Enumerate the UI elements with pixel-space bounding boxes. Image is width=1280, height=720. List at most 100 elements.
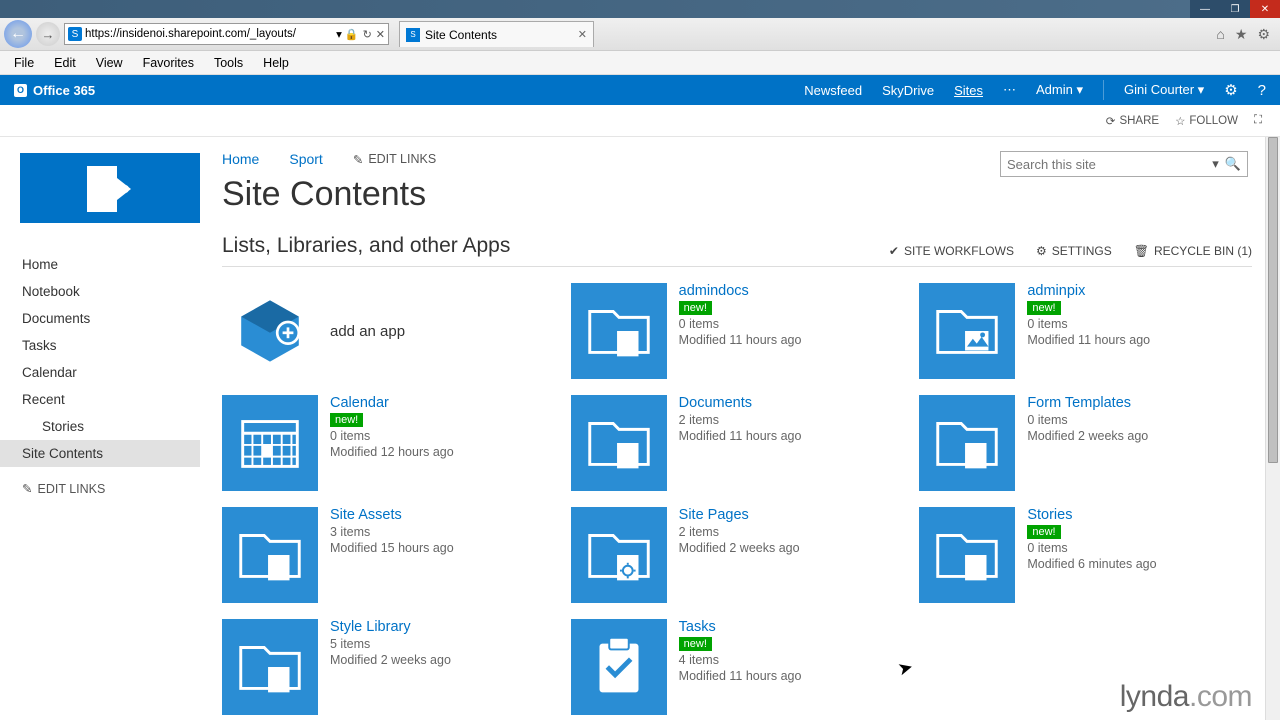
site-identity-icon: S: [68, 27, 82, 41]
window-maximize-button[interactable]: ❐: [1220, 0, 1250, 18]
menu-help[interactable]: Help: [255, 54, 297, 72]
app-tile[interactable]: Form Templates0 itemsModified 2 weeks ag…: [919, 395, 1252, 491]
tile-name: Site Assets: [330, 507, 454, 523]
quick-launch-item[interactable]: Home: [0, 251, 200, 278]
pencil-icon: ✎: [353, 152, 363, 167]
share-button[interactable]: ⟳SHARE: [1106, 114, 1159, 128]
app-tile[interactable]: Storiesnew!0 itemsModified 6 minutes ago: [919, 507, 1252, 603]
search-scope-dropdown-icon[interactable]: ▾: [1212, 156, 1219, 172]
menu-tools[interactable]: Tools: [206, 54, 251, 72]
content-area: Home Sport ✎ EDIT LINKS Site Contents ▾ …: [200, 137, 1280, 720]
focus-icon[interactable]: ⛶: [1254, 114, 1262, 127]
lock-icon: 🔒: [345, 28, 359, 41]
quick-launch-item[interactable]: Site Contents: [0, 440, 200, 467]
nav-sites[interactable]: Sites: [954, 83, 983, 98]
tile-modified: Modified 2 weeks ago: [679, 541, 800, 555]
edit-links-button[interactable]: ✎ EDIT LINKS: [0, 467, 200, 496]
tile-item-count: 5 items: [330, 637, 451, 651]
nav-newsfeed[interactable]: Newsfeed: [804, 83, 862, 98]
tile-item-count: 0 items: [330, 429, 454, 443]
tile-icon: [919, 283, 1015, 379]
tile-modified: Modified 11 hours ago: [679, 333, 802, 347]
add-an-app-tile[interactable]: add an app: [222, 283, 555, 379]
menu-view[interactable]: View: [88, 54, 131, 72]
topnav-home[interactable]: Home: [222, 151, 259, 167]
tile-item-count: 4 items: [679, 653, 802, 667]
home-icon[interactable]: ⌂: [1216, 26, 1224, 43]
new-badge: new!: [330, 413, 363, 427]
app-tile[interactable]: Documents2 itemsModified 11 hours ago: [571, 395, 904, 491]
tile-icon: [919, 395, 1015, 491]
tile-name: Site Pages: [679, 507, 800, 523]
tile-icon: [571, 619, 667, 715]
browser-forward-button[interactable]: →: [36, 22, 60, 46]
quick-launch-nav: HomeNotebookDocumentsTasksCalendarRecent…: [0, 251, 200, 467]
quick-launch-item[interactable]: Tasks: [0, 332, 200, 359]
nav-admin[interactable]: Admin ▾: [1036, 82, 1083, 98]
help-icon[interactable]: ?: [1258, 82, 1266, 99]
app-tile[interactable]: Style Library 5 items Modified 2 weeks ago: [222, 619, 555, 715]
window-minimize-button[interactable]: —: [1190, 0, 1220, 18]
quick-launch-item[interactable]: Stories: [0, 413, 200, 440]
menu-favorites[interactable]: Favorites: [135, 54, 202, 72]
app-tiles-grid: add an appadmindocsnew!0 itemsModified 1…: [222, 283, 1252, 715]
url-dropdown-icon[interactable]: ▾: [336, 27, 342, 41]
app-tile[interactable]: adminpixnew!0 itemsModified 11 hours ago: [919, 283, 1252, 379]
scrollbar-thumb[interactable]: [1268, 137, 1278, 463]
watermark: lynda.com: [1120, 680, 1252, 714]
star-icon: ☆: [1175, 114, 1185, 128]
quick-launch-item[interactable]: Calendar: [0, 359, 200, 386]
quick-launch-item[interactable]: Documents: [0, 305, 200, 332]
search-box[interactable]: ▾ 🔍: [1000, 151, 1248, 177]
tile-icon: [222, 507, 318, 603]
tile-modified: Modified 2 weeks ago: [330, 653, 451, 667]
app-tile[interactable]: Site Pages 2 items Modified 2 weeks ago: [571, 507, 904, 603]
topnav-sport[interactable]: Sport: [289, 151, 322, 167]
tab-close-button[interactable]: ✕: [578, 28, 587, 41]
stop-icon[interactable]: ✕: [376, 28, 385, 41]
address-bar[interactable]: S https://insidenoi.sharepoint.com/_layo…: [64, 23, 389, 45]
favorites-icon[interactable]: ★: [1235, 26, 1248, 43]
tile-name: Style Library: [330, 619, 451, 635]
menu-file[interactable]: File: [6, 54, 42, 72]
app-tile[interactable]: Tasksnew!4 itemsModified 11 hours ago: [571, 619, 904, 715]
office365-logo[interactable]: O Office 365: [14, 83, 95, 98]
nav-more-icon[interactable]: ⋯: [1003, 82, 1016, 98]
menu-edit[interactable]: Edit: [46, 54, 84, 72]
app-tile[interactable]: admindocsnew!0 itemsModified 11 hours ag…: [571, 283, 904, 379]
tools-icon[interactable]: ⚙: [1257, 26, 1270, 43]
section-subtitle: Lists, Libraries, and other Apps: [222, 234, 510, 258]
tile-modified: Modified 11 hours ago: [679, 429, 802, 443]
tile-modified: Modified 6 minutes ago: [1027, 557, 1156, 571]
tab-title: Site Contents: [425, 28, 497, 42]
follow-button[interactable]: ☆FOLLOW: [1175, 114, 1238, 128]
tile-icon: [571, 395, 667, 491]
site-workflows-button[interactable]: ✔SITE WORKFLOWS: [889, 244, 1014, 258]
refresh-icon[interactable]: ↻: [363, 28, 372, 41]
office-icon: O: [14, 84, 27, 97]
new-badge: new!: [1027, 301, 1060, 315]
nav-skydrive[interactable]: SkyDrive: [882, 83, 934, 98]
browser-back-button[interactable]: ←: [4, 20, 32, 48]
user-menu[interactable]: Gini Courter ▾: [1124, 82, 1204, 98]
browser-tab[interactable]: S Site Contents ✕: [399, 21, 594, 47]
settings-button[interactable]: ⚙SETTINGS: [1036, 244, 1112, 258]
topnav-edit-links[interactable]: ✎ EDIT LINKS: [353, 152, 436, 167]
tile-item-count: 2 items: [679, 525, 800, 539]
app-tile[interactable]: Calendarnew!0 itemsModified 12 hours ago: [222, 395, 555, 491]
window-close-button[interactable]: ✕: [1250, 0, 1280, 18]
search-icon[interactable]: 🔍: [1225, 156, 1241, 172]
quick-launch-item[interactable]: Recent: [0, 386, 200, 413]
search-input[interactable]: [1007, 157, 1212, 172]
quick-launch-item[interactable]: Notebook: [0, 278, 200, 305]
tab-favicon: S: [406, 28, 420, 42]
tile-name: admindocs: [679, 283, 802, 299]
recycle-bin-button[interactable]: 🗑RECYCLE BIN (1): [1134, 244, 1252, 258]
tile-name: Calendar: [330, 395, 454, 411]
browser-menu-bar: File Edit View Favorites Tools Help: [0, 51, 1280, 75]
scrollbar[interactable]: [1265, 137, 1280, 720]
tile-name: Form Templates: [1027, 395, 1148, 411]
settings-gear-icon[interactable]: ⚙: [1224, 81, 1237, 99]
site-logo[interactable]: [20, 153, 200, 223]
app-tile[interactable]: Site Assets3 itemsModified 15 hours ago: [222, 507, 555, 603]
